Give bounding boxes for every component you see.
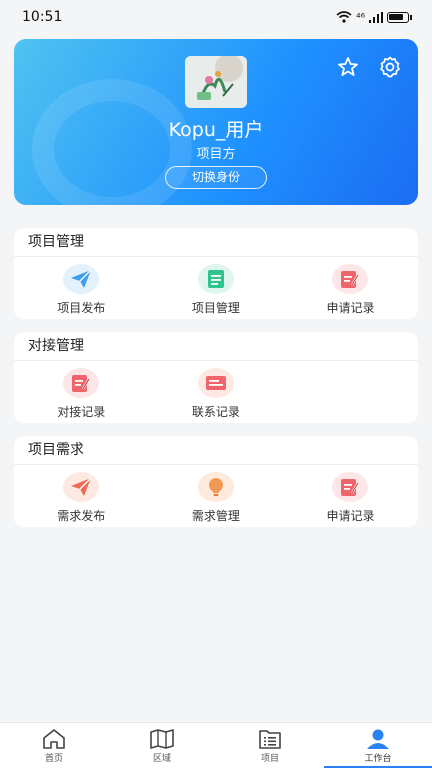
- contact-record-button[interactable]: 联系记录: [149, 368, 284, 420]
- edit-record-icon: [341, 271, 360, 288]
- tab-label: 区域: [152, 753, 171, 764]
- application-record-button[interactable]: 申请记录: [283, 264, 418, 316]
- cell-label: 需求发布: [57, 509, 106, 523]
- project-publish-button[interactable]: 项目发布: [14, 264, 149, 316]
- username: Kopu_用户: [168, 119, 264, 141]
- home-icon: [43, 728, 65, 749]
- cell-label: 项目管理: [191, 301, 240, 315]
- tab-home[interactable]: 首页: [0, 723, 108, 768]
- icon-wrapper: [63, 264, 100, 294]
- edit-record-icon: [341, 479, 360, 496]
- map-icon: [150, 728, 174, 749]
- star-icon[interactable]: [336, 55, 360, 79]
- user-role: 项目方: [196, 147, 236, 162]
- tab-project[interactable]: 项目: [216, 723, 324, 768]
- icon-wrapper: [197, 368, 234, 398]
- tab-region[interactable]: 区域: [108, 723, 216, 768]
- list-icon: [259, 729, 281, 749]
- profile-card: Kopu_用户 项目方 切换身份: [14, 39, 418, 205]
- demand-manage-button[interactable]: 需求管理: [149, 472, 284, 524]
- card-actions: [336, 55, 402, 79]
- cell-label: 申请记录: [326, 509, 375, 523]
- section-title: 项目需求: [14, 436, 418, 465]
- icon-wrapper: [197, 472, 234, 502]
- section-grid: 对接记录 联系记录: [14, 361, 418, 420]
- status-time: 10:51: [22, 9, 63, 25]
- tab-label: 首页: [44, 753, 63, 764]
- wifi-icon: [336, 11, 352, 23]
- icon-wrapper: [63, 368, 100, 398]
- cell-label: 联系记录: [191, 405, 240, 419]
- demand-application-record-button[interactable]: 申请记录: [283, 472, 418, 524]
- section-grid: 需求发布 需求管理 申请记录: [14, 465, 418, 524]
- icon-wrapper: [332, 264, 369, 294]
- cell-label: 需求管理: [191, 509, 240, 523]
- docking-record-button[interactable]: 对接记录: [14, 368, 149, 420]
- bottom-tab-bar: 首页 区域 项目 工作台: [0, 722, 432, 768]
- network-type-label: ⁴⁶: [356, 10, 365, 24]
- tab-label: 工作台: [364, 753, 392, 764]
- status-icons: ⁴⁶: [336, 11, 412, 24]
- section-docking-management: 对接管理 对接记录 联系记录: [14, 332, 418, 423]
- paper-plane-icon: [71, 269, 92, 288]
- battery-icon: [387, 11, 409, 23]
- section-title: 项目管理: [14, 228, 418, 257]
- section-project-demand: 项目需求 需求发布 需求管理 申请记录: [14, 436, 418, 527]
- edit-record-icon: [72, 375, 91, 392]
- cell-label: 项目发布: [57, 301, 106, 315]
- project-manage-button[interactable]: 项目管理: [149, 264, 284, 316]
- lightbulb-icon: [208, 478, 223, 496]
- paper-plane-icon: [71, 477, 92, 496]
- user-icon: [367, 729, 389, 749]
- battery-tip: [410, 14, 412, 20]
- section-project-management: 项目管理 项目发布 项目管理 申请记录: [14, 228, 418, 319]
- avatar[interactable]: [185, 56, 247, 108]
- ticket-icon: [205, 376, 226, 390]
- section-grid: 项目发布 项目管理 申请记录: [14, 257, 418, 316]
- tab-workbench[interactable]: 工作台: [324, 723, 432, 768]
- icon-wrapper: [197, 264, 234, 294]
- tab-label: 项目: [260, 753, 279, 764]
- icon-wrapper: [63, 472, 100, 502]
- signal-icon: [369, 11, 383, 23]
- document-list-icon: [207, 270, 224, 288]
- section-title: 对接管理: [14, 332, 418, 361]
- icon-wrapper: [332, 472, 369, 502]
- status-bar: 10:51 ⁴⁶: [0, 0, 432, 34]
- cell-label: 对接记录: [57, 405, 106, 419]
- demand-publish-button[interactable]: 需求发布: [14, 472, 149, 524]
- cell-label: 申请记录: [326, 301, 375, 315]
- switch-identity-button[interactable]: 切换身份: [165, 166, 267, 189]
- settings-icon[interactable]: [378, 55, 402, 79]
